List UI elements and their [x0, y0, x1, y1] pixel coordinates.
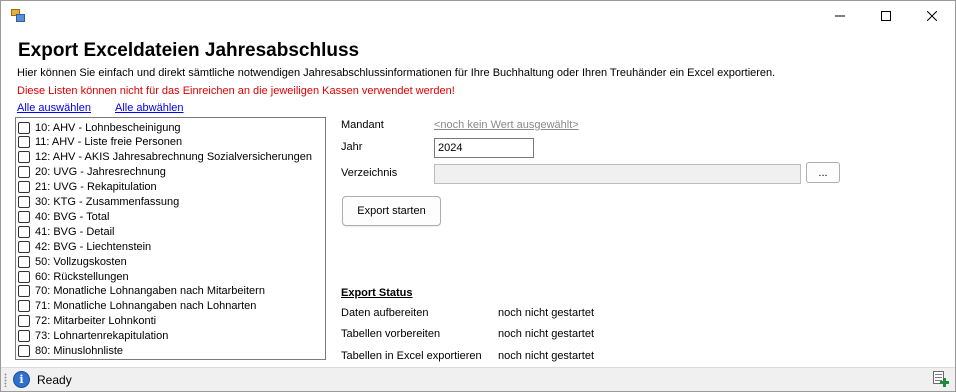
report-list-item[interactable]: 40: BVG - Total	[18, 209, 109, 224]
grip-handle-icon	[4, 373, 7, 387]
status-bar: i Ready	[1, 367, 955, 391]
report-checkbox[interactable]	[18, 225, 30, 238]
mandant-select-link[interactable]: <noch kein Wert ausgewählt>	[434, 119, 579, 131]
status-bar-text: Ready	[37, 373, 72, 387]
report-list-item[interactable]: 20: UVG - Jahresrechnung	[18, 165, 166, 180]
mandant-label: Mandant	[341, 119, 384, 131]
report-checkbox[interactable]	[18, 345, 30, 357]
minimize-button[interactable]	[817, 1, 863, 31]
maximize-button[interactable]	[863, 1, 909, 31]
report-label: 20: UVG - Jahresrechnung	[35, 166, 166, 179]
report-checklist[interactable]: 10: AHV - Lohnbescheinigung 11: AHV - Lis…	[15, 117, 326, 360]
report-label: 80: Minuslohnliste	[35, 345, 124, 357]
year-input[interactable]: 2024	[434, 138, 534, 158]
description-text: Hier können Sie einfach und direkt sämtl…	[17, 67, 776, 79]
status-label-prepare-tables: Tabellen vorbereiten	[341, 328, 441, 340]
report-list-item[interactable]: 30: KTG - Zusammenfassung	[18, 195, 179, 210]
report-label: 71: Monatliche Lohnangaben nach Lohnarte…	[35, 300, 257, 313]
report-list-item[interactable]: 72: Mitarbeiter Lohnkonti	[18, 314, 156, 329]
report-checkbox[interactable]	[18, 240, 30, 253]
report-list-item[interactable]: 80: Minuslohnliste	[18, 344, 123, 359]
status-label-prepare-data: Daten aufbereiten	[341, 307, 429, 319]
report-list-item[interactable]: 11: AHV - Liste freie Personen	[18, 135, 182, 150]
directory-input[interactable]	[434, 164, 801, 184]
close-button[interactable]	[909, 1, 955, 31]
browse-button[interactable]: ...	[806, 162, 840, 183]
page-title: Export Exceldateien Jahresabschluss	[18, 40, 360, 61]
report-list-item[interactable]: 50: Vollzugskosten	[18, 254, 127, 269]
report-list-item[interactable]: 10: AHV - Lohnbescheinigung	[18, 120, 181, 135]
report-label: 50: Vollzugskosten	[35, 255, 127, 268]
title-bar[interactable]	[1, 1, 955, 31]
report-label: 60: Rückstellungen	[35, 270, 129, 283]
report-checkbox[interactable]	[18, 121, 30, 134]
report-label: 40: BVG - Total	[35, 210, 110, 223]
report-checkbox[interactable]	[18, 270, 30, 283]
report-list-item[interactable]: 70: Monatliche Lohnangaben nach Mitarbei…	[18, 284, 265, 299]
minimize-icon	[835, 15, 845, 17]
report-list-item[interactable]: 12: AHV - AKIS Jahresabrechnung Sozialve…	[18, 150, 312, 165]
directory-label: Verzeichnis	[341, 167, 398, 179]
report-label: 10: AHV - Lohnbescheinigung	[35, 121, 181, 134]
report-checkbox[interactable]	[18, 285, 30, 298]
warning-text: Diese Listen können nicht für das Einrei…	[17, 85, 455, 97]
report-list-item[interactable]: 60: Rückstellungen	[18, 269, 129, 284]
report-label: 72: Mitarbeiter Lohnkonti	[35, 315, 157, 328]
export-window: Export Exceldateien Jahresabschluss Hier…	[0, 0, 956, 392]
report-checkbox[interactable]	[18, 181, 30, 194]
report-checkbox[interactable]	[18, 300, 30, 313]
status-label-export-excel: Tabellen in Excel exportieren	[341, 350, 482, 362]
info-icon: i	[13, 371, 30, 388]
report-checkbox[interactable]	[18, 151, 30, 164]
select-all-link[interactable]: Alle auswählen	[17, 102, 91, 114]
report-list-item[interactable]: 73: Lohnartenrekapitulation	[18, 329, 168, 344]
report-label: 30: KTG - Zusammenfassung	[35, 196, 180, 208]
report-checkbox[interactable]	[18, 166, 30, 179]
report-checkbox[interactable]	[18, 136, 30, 149]
report-label: 42: BVG - Liechtenstein	[35, 240, 152, 253]
status-value-export-excel: noch nicht gestartet	[498, 350, 595, 362]
export-status-title: Export Status	[341, 287, 413, 299]
report-list-item[interactable]: 41: BVG - Detail	[18, 224, 114, 239]
report-list-item[interactable]: 42: BVG - Liechtenstein	[18, 239, 151, 254]
deselect-all-link[interactable]: Alle abwählen	[115, 102, 184, 114]
maximize-icon	[881, 11, 891, 21]
export-start-button[interactable]: Export starten	[342, 196, 441, 226]
report-label: 12: AHV - AKIS Jahresabrechnung Sozialve…	[35, 151, 312, 164]
status-value-prepare-data: noch nicht gestartet	[498, 307, 595, 319]
excel-export-icon	[932, 371, 949, 387]
close-icon	[927, 11, 937, 21]
report-label: 21: UVG - Rekapitulation	[35, 181, 157, 194]
report-label: 41: BVG - Detail	[35, 225, 115, 238]
report-label: 11: AHV - Liste freie Personen	[35, 136, 183, 149]
year-label: Jahr	[341, 141, 363, 153]
app-icon	[11, 9, 25, 22]
report-checkbox[interactable]	[18, 255, 30, 268]
report-checkbox[interactable]	[18, 315, 30, 328]
report-checkbox[interactable]	[18, 330, 30, 343]
report-label: 70: Monatliche Lohnangaben nach Mitarbei…	[35, 285, 265, 298]
report-list-item[interactable]: 21: UVG - Rekapitulation	[18, 180, 157, 195]
report-checkbox[interactable]	[18, 210, 30, 223]
report-checkbox[interactable]	[18, 196, 30, 208]
report-list-item[interactable]: 71: Monatliche Lohnangaben nach Lohnarte…	[18, 299, 256, 314]
status-value-prepare-tables: noch nicht gestartet	[498, 328, 595, 340]
report-label: 73: Lohnartenrekapitulation	[35, 330, 169, 343]
